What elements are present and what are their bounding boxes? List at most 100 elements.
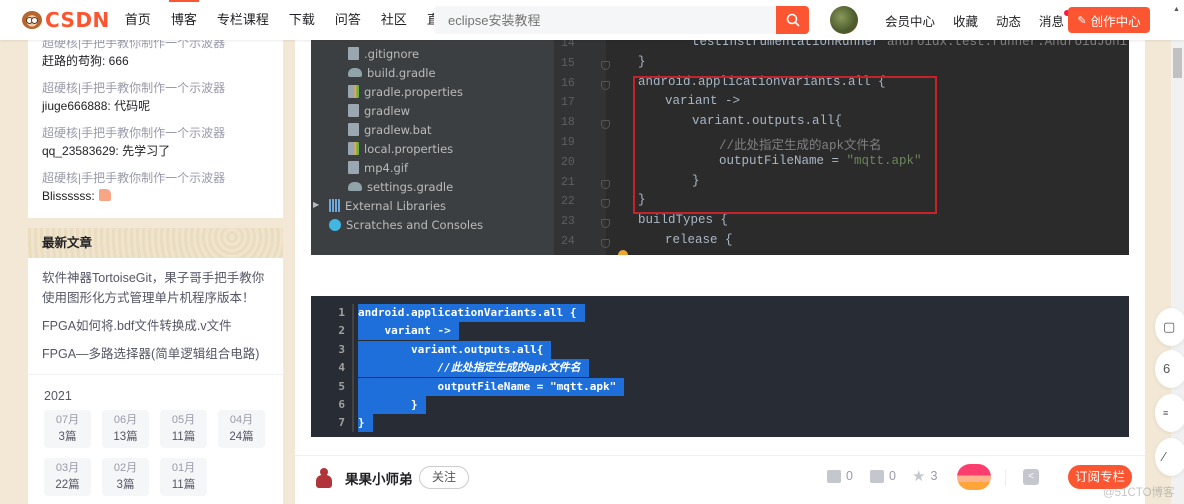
archive-month[interactable]: 01月 11篇 <box>160 458 207 496</box>
top-navbar: CSDN 首页 博客 专栏课程 下载 问答 社区 直播∨ 会员中心 收藏 动态 … <box>0 0 1184 40</box>
comment-item: Blissssss: <box>42 187 269 205</box>
comment-article-title[interactable]: 超硬核|手把手教你制作一个示波器 <box>42 79 269 97</box>
snippet-line-number: 4 <box>338 361 345 375</box>
share-icon[interactable]: < <box>1023 469 1039 485</box>
archive-month[interactable]: 02月 3篇 <box>102 458 149 496</box>
line-number: 14 <box>561 40 575 50</box>
create-center-button[interactable]: ✎ 创作中心 <box>1068 7 1150 33</box>
nav-messages[interactable]: 消息 <box>1039 9 1071 30</box>
snippet-code-line: } <box>358 396 426 414</box>
tree-item-label: gradlew.bat <box>364 122 432 137</box>
archive-month[interactable]: 04月 24篇 <box>218 410 265 448</box>
reward-icon[interactable] <box>957 464 991 490</box>
doc-file-icon <box>348 123 359 136</box>
line-number: 18 <box>561 116 575 130</box>
nav-qa[interactable]: 问答 <box>335 0 361 40</box>
recent-articles-title: 最新文章 <box>42 236 93 250</box>
archive-month[interactable]: 06月 13篇 <box>102 410 149 448</box>
nav-courses[interactable]: 专栏课程 <box>217 0 269 40</box>
nav-activity[interactable]: 动态 <box>996 11 1021 30</box>
lib-file-icon <box>329 199 340 212</box>
line-number-divider <box>352 304 354 432</box>
month-count: 22篇 <box>55 479 80 491</box>
line-number: 17 <box>561 96 575 110</box>
month-count: 3篇 <box>116 479 135 491</box>
tree-item-gradlew-bat: gradlew.bat <box>348 120 432 139</box>
author-name[interactable]: 果果小师弟 <box>345 468 413 488</box>
favorite-button[interactable]: ★ 3 <box>912 467 938 485</box>
tree-item-gitignore: .gitignore <box>348 44 419 63</box>
expand-arrow-icon: ▶ <box>313 200 320 209</box>
line-number: 24 <box>561 235 575 248</box>
tree-item-external-libraries: External Libraries <box>329 196 446 215</box>
nav-favorites[interactable]: 收藏 <box>953 11 978 30</box>
recent-article-link[interactable]: FPGA—多路选择器(简单逻辑组合电路) <box>42 344 269 364</box>
nav-download[interactable]: 下载 <box>289 0 315 40</box>
follow-button[interactable]: 关注 <box>419 466 469 489</box>
tree-item-label: .gitignore <box>364 46 420 61</box>
month-label: 03月 <box>55 462 80 474</box>
shell-file-icon <box>348 104 359 117</box>
star-icon: ★ <box>912 467 926 485</box>
archive-month[interactable]: 03月 22篇 <box>44 458 91 496</box>
month-count: 24篇 <box>229 431 254 443</box>
float-feedback-button[interactable]: ▢ <box>1155 308 1184 346</box>
like-button[interactable]: 0 <box>827 469 853 483</box>
scroll-up-arrow-icon[interactable]: ▲ <box>1173 6 1180 13</box>
snippet-code-line: android.applicationVariants.all { <box>358 304 585 322</box>
scrollbar-thumb[interactable] <box>1173 48 1182 78</box>
search-input[interactable] <box>434 6 776 34</box>
recent-article-link[interactable]: 软件神器TortoiseGit，果子哥手把手教你使用图形化方式管理单片机程序版本… <box>42 268 269 308</box>
code-block[interactable]: 1 android.applicationVariants.all {2 vari… <box>311 296 1129 437</box>
nav-community[interactable]: 社区 <box>381 0 407 40</box>
snippet-line-number: 6 <box>338 398 345 411</box>
float-top-button[interactable]: ∕ <box>1155 438 1184 476</box>
watermark: @51CTO博客 <box>1103 487 1175 499</box>
favorite-count: 3 <box>930 469 938 483</box>
line-number: 22 <box>561 195 575 209</box>
float-menu-button[interactable]: ≡ <box>1155 394 1184 432</box>
tree-item-label: settings.gradle <box>367 179 454 194</box>
user-avatar[interactable] <box>830 6 858 34</box>
author-avatar[interactable] <box>315 468 333 490</box>
csdn-logo[interactable]: CSDN <box>22 0 110 40</box>
archive-month[interactable]: 05月 11篇 <box>160 410 207 448</box>
recent-articles-header: 最新文章 <box>28 228 283 258</box>
month-count: 3篇 <box>58 431 77 443</box>
comment-article-title[interactable]: 超硬核|手把手教你制作一个示波器 <box>42 169 269 187</box>
props-file-icon <box>348 85 359 98</box>
comment-text: qq_23583629: 先学习了 <box>42 144 171 158</box>
recent-article-link[interactable]: FPGA如何将.bdf文件转换成.v文件 <box>42 316 269 336</box>
snippet-line-number: 3 <box>338 342 345 356</box>
article-main: .gitignore build.gradle gradle.properties g… <box>295 40 1145 504</box>
fold-marker-icon <box>601 239 610 248</box>
nav-blog[interactable]: 博客 <box>168 0 199 40</box>
line-number: 20 <box>561 155 575 169</box>
nav-vip-center[interactable]: 会员中心 <box>885 11 935 30</box>
search-button[interactable] <box>776 6 809 34</box>
archive-month[interactable]: 07月 3篇 <box>44 410 91 448</box>
main-nav: 首页 博客 专栏课程 下载 问答 社区 直播∨ <box>125 0 484 40</box>
thumbs-up-icon <box>827 469 841 483</box>
archive-year: 2021 <box>44 389 72 403</box>
comment-count: 0 <box>889 469 896 483</box>
scratch-file-icon <box>329 218 341 231</box>
tree-item-settings-gradle: settings.gradle <box>348 177 453 196</box>
month-label: 07月 <box>55 414 80 426</box>
float-like-button[interactable]: 6 <box>1155 350 1184 388</box>
line-number: 23 <box>561 215 575 229</box>
nav-home[interactable]: 首页 <box>125 0 151 40</box>
tree-item-gradle-properties: gradle.properties <box>348 82 463 101</box>
props-file-icon <box>348 142 359 155</box>
logo-text: CSDN <box>45 8 110 32</box>
line-number: 21 <box>561 175 575 189</box>
page-scrollbar[interactable] <box>1171 40 1184 504</box>
doc-file-icon <box>348 47 359 60</box>
comment-button[interactable]: 0 <box>870 469 896 483</box>
snippet-code-line: } <box>358 414 373 433</box>
tree-item-label: External Libraries <box>345 198 447 213</box>
comment-article-title[interactable]: 超硬核|手把手教你制作一个示波器 <box>42 124 269 142</box>
divider <box>1005 470 1006 486</box>
month-label: 02月 <box>113 462 138 474</box>
tree-item-mp4-gif: mp4.gif <box>348 158 408 177</box>
